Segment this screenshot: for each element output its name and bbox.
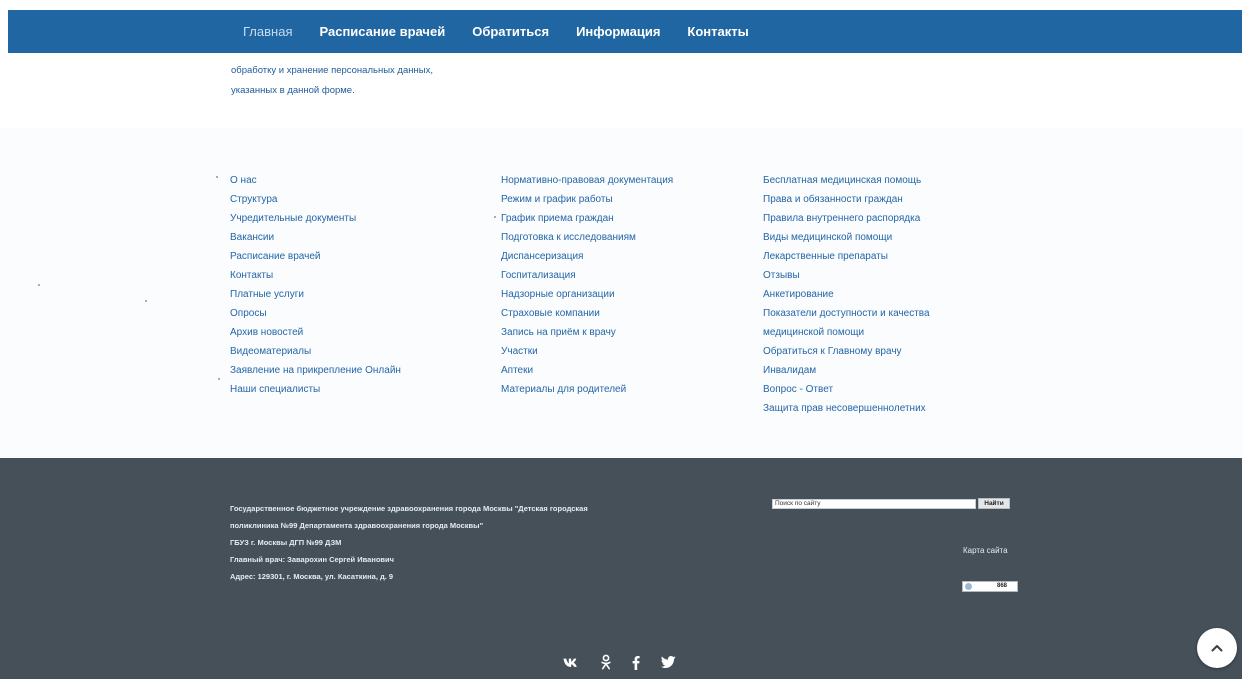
page: Главная Расписание врачей Обратиться Инф…	[0, 0, 1242, 679]
footer-link[interactable]: Подготовка к исследованиям	[501, 228, 673, 247]
footer-link[interactable]: Структура	[230, 190, 401, 209]
nav-item-contacts[interactable]: Контакты	[687, 24, 748, 39]
footer-link[interactable]: Вакансии	[230, 228, 401, 247]
footer-link[interactable]: Отзывы	[763, 266, 930, 285]
facebook-icon[interactable]	[632, 655, 640, 674]
footer-link[interactable]: Запись на приём к врачу	[501, 323, 673, 342]
footer-link[interactable]: Страховые компании	[501, 304, 673, 323]
visit-counter[interactable]: 868	[962, 581, 1018, 592]
twitter-icon-glyph	[661, 656, 676, 668]
counter-logo-icon	[965, 583, 972, 590]
footer-link[interactable]: Архив новостей	[230, 323, 401, 342]
consent-line: указанных в данной форме.	[231, 85, 355, 96]
nav-item-contact-us[interactable]: Обратиться	[472, 24, 549, 39]
links-column-about: О нас Структура Учредительные документы …	[230, 171, 401, 399]
sitemap-link[interactable]: Карта сайта	[963, 546, 1008, 555]
social-links	[563, 654, 676, 674]
footer-links-section: О нас Структура Учредительные документы …	[0, 128, 1242, 458]
footer-link[interactable]: Участки	[501, 342, 673, 361]
footer-link[interactable]: Видеоматериалы	[230, 342, 401, 361]
footer-link[interactable]: Контакты	[230, 266, 401, 285]
counter-value: 868	[997, 583, 1008, 589]
twitter-icon[interactable]	[661, 656, 676, 672]
decorative-dot	[218, 378, 220, 380]
footer-link[interactable]: Нормативно-правовая документация	[501, 171, 673, 190]
footer-link[interactable]: Госпитализация	[501, 266, 673, 285]
footer-link[interactable]: Защита прав несовершеннолетних	[763, 399, 930, 418]
org-address: Адрес: 129301, г. Москва, ул. Касаткина,…	[230, 572, 394, 581]
vk-icon-glyph	[563, 658, 577, 667]
decorative-dot	[38, 284, 40, 286]
footer-link[interactable]: О нас	[230, 171, 401, 190]
footer-link[interactable]: График приема граждан	[501, 209, 673, 228]
decorative-dot	[216, 176, 218, 178]
footer-link[interactable]: Права и обязанности граждан	[763, 190, 930, 209]
site-footer: Государственное бюджетное учреждение здр…	[0, 458, 1242, 679]
org-short-name: ГБУЗ г. Москвы ДГП №99 ДЗМ	[230, 538, 342, 547]
footer-link[interactable]: Материалы для родителей	[501, 380, 673, 399]
site-search-input[interactable]: Поиск по сайту	[772, 499, 976, 509]
chief-doctor: Главный врач: Заварохин Сергей Иванович	[230, 555, 395, 564]
footer-link[interactable]: Диспансеризация	[501, 247, 673, 266]
footer-link[interactable]: Бесплатная медицинская помощь	[763, 171, 930, 190]
organization-info: Государственное бюджетное учреждение здр…	[230, 500, 710, 585]
footer-link[interactable]: Расписание врачей	[230, 247, 401, 266]
footer-link[interactable]: Заявление на прикрепление Онлайн	[230, 361, 401, 380]
odnoklassniki-icon[interactable]	[601, 654, 611, 674]
facebook-icon-glyph	[632, 655, 640, 670]
chevron-up-icon	[1211, 645, 1223, 652]
footer-link[interactable]: Показатели доступности и качества	[763, 304, 930, 323]
odnoklassniki-icon-glyph	[601, 654, 611, 670]
footer-link[interactable]: Аптеки	[501, 361, 673, 380]
nav-item-information[interactable]: Информация	[576, 24, 660, 39]
footer-link[interactable]: Надзорные организации	[501, 285, 673, 304]
consent-text: обработку и хранение персональных данных…	[231, 61, 521, 101]
nav-item-home[interactable]: Главная	[243, 24, 292, 39]
footer-link[interactable]: Инвалидам	[763, 361, 930, 380]
top-navbar: Главная Расписание врачей Обратиться Инф…	[8, 10, 1242, 53]
org-name-line: Государственное бюджетное учреждение здр…	[230, 504, 588, 513]
links-column-documents: Нормативно-правовая документация Режим и…	[501, 171, 673, 399]
footer-link[interactable]: Лекарственные препараты	[763, 247, 930, 266]
links-column-patients: Бесплатная медицинская помощь Права и об…	[763, 171, 930, 418]
search-button[interactable]: Найти	[978, 498, 1010, 509]
footer-link[interactable]: Анкетирование	[763, 285, 930, 304]
nav-menu: Главная Расписание врачей Обратиться Инф…	[243, 24, 776, 39]
decorative-dot	[494, 216, 496, 218]
footer-link[interactable]: Опросы	[230, 304, 401, 323]
footer-link[interactable]: Платные услуги	[230, 285, 401, 304]
footer-link[interactable]: Виды медицинской помощи	[763, 228, 930, 247]
footer-link[interactable]: Правила внутреннего распорядка	[763, 209, 930, 228]
decorative-dot	[145, 300, 147, 302]
footer-link[interactable]: Наши специалисты	[230, 380, 401, 399]
footer-link[interactable]: Учредительные документы	[230, 209, 401, 228]
footer-link[interactable]: Обратиться к Главному врачу	[763, 342, 930, 361]
vk-icon[interactable]	[563, 656, 580, 672]
consent-line: обработку и хранение персональных данных…	[231, 65, 433, 76]
scroll-to-top-button[interactable]	[1197, 628, 1237, 668]
footer-link[interactable]: медицинской помощи	[763, 323, 930, 342]
org-name-line: поликлиника №99 Департамента здравоохран…	[230, 521, 484, 530]
footer-link[interactable]: Режим и график работы	[501, 190, 673, 209]
footer-link[interactable]: Вопрос - Ответ	[763, 380, 930, 399]
nav-item-doctor-schedule[interactable]: Расписание врачей	[319, 24, 445, 39]
